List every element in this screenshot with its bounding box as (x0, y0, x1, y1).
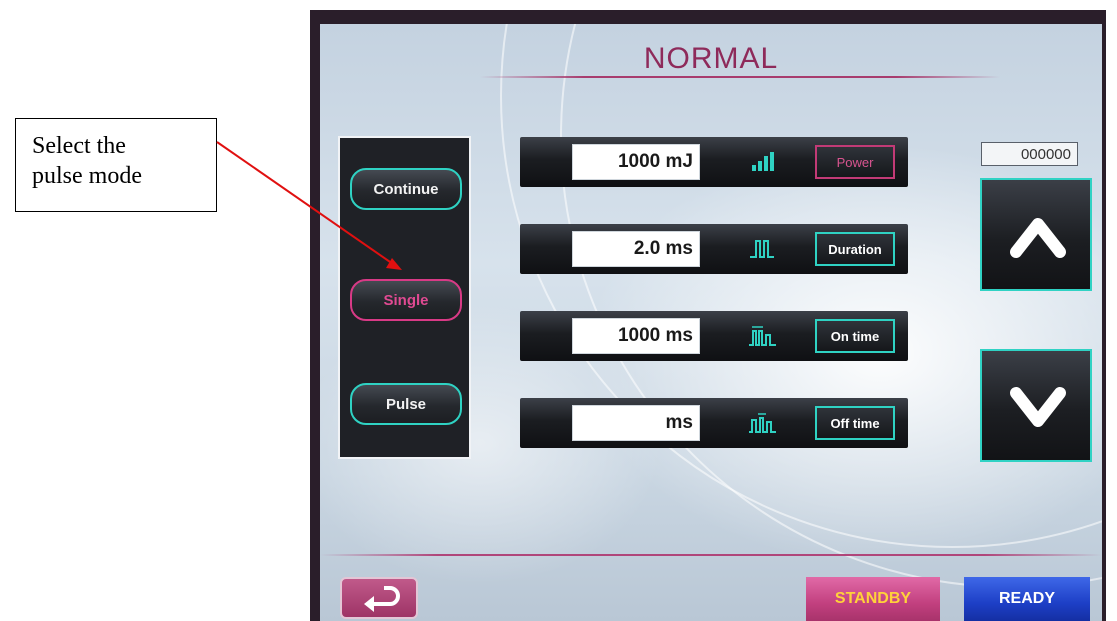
chevron-down-icon (1010, 387, 1066, 427)
off-time-button[interactable]: Off time (815, 406, 895, 440)
pulse-wave-icon (750, 240, 774, 258)
shot-counter: 000000 (981, 142, 1078, 166)
bottom-divider (320, 554, 1102, 556)
mode-panel: Continue Single Pulse (338, 136, 471, 459)
title-divider (480, 76, 1000, 78)
mode-single-button[interactable]: Single (350, 279, 462, 321)
on-time-value-field[interactable]: 1000 ms (572, 318, 700, 354)
duration-button[interactable]: Duration (815, 232, 895, 266)
background-swoosh (560, 24, 1102, 588)
duration-value-field[interactable]: 2.0 ms (572, 231, 700, 267)
device-screen: NORMAL Continue Single Pulse 1000 mJ Pow… (320, 24, 1102, 621)
on-time-wave-icon (749, 326, 776, 346)
annotation-callout: Select the pulse mode (15, 118, 217, 212)
screen-title: NORMAL (643, 42, 779, 75)
back-button[interactable] (340, 577, 418, 619)
ready-button[interactable]: READY (964, 577, 1090, 621)
callout-line-2: pulse mode (32, 163, 142, 189)
off-time-row: ms Off time (520, 398, 908, 448)
decrease-button[interactable] (980, 349, 1092, 462)
callout-line-1: Select the (32, 133, 126, 159)
power-value-field[interactable]: 1000 mJ (572, 144, 700, 180)
duration-row: 2.0 ms Duration (520, 224, 908, 274)
standby-button[interactable]: STANDBY (806, 577, 940, 621)
on-time-button[interactable]: On time (815, 319, 895, 353)
signal-bars-icon (752, 152, 774, 171)
mode-pulse-button[interactable]: Pulse (350, 383, 462, 425)
return-arrow-icon (364, 586, 400, 612)
on-time-row: 1000 ms On time (520, 311, 908, 361)
power-button[interactable]: Power (815, 145, 895, 179)
chevron-up-icon (1010, 218, 1066, 258)
power-row: 1000 mJ Power (520, 137, 908, 187)
off-time-wave-icon (749, 413, 776, 433)
off-time-value-field[interactable]: ms (572, 405, 700, 441)
mode-continue-button[interactable]: Continue (350, 168, 462, 210)
increase-button[interactable] (980, 178, 1092, 291)
